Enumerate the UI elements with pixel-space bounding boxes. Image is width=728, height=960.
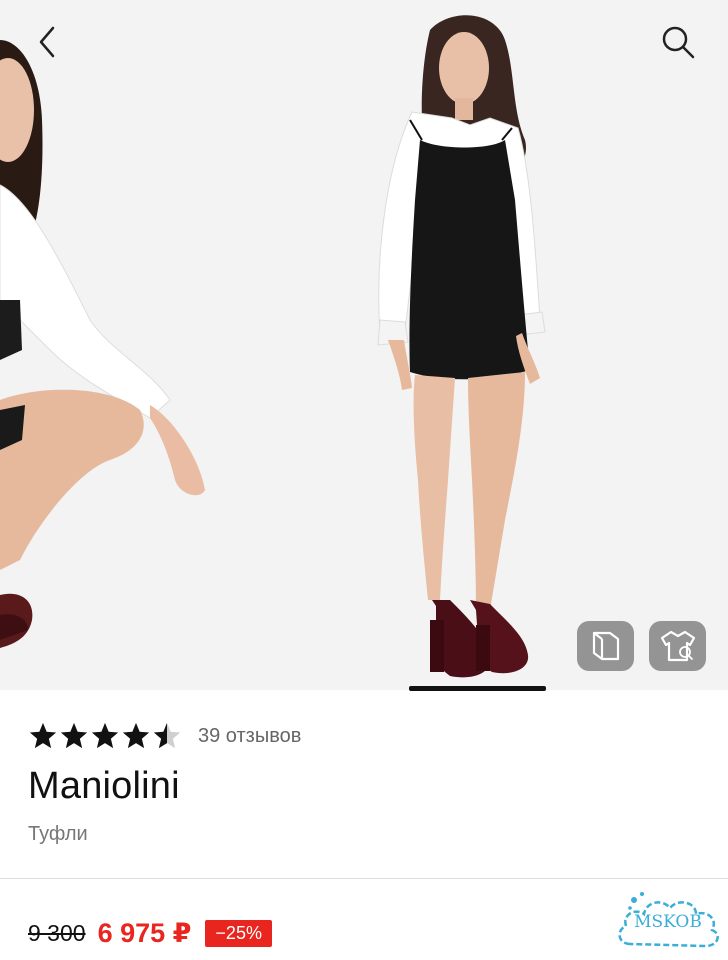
divider <box>0 878 728 879</box>
rating-stars <box>28 721 182 751</box>
reviews-count-link[interactable]: 39 отзывов <box>198 725 301 748</box>
rating-row[interactable]: 39 отзывов <box>28 718 301 754</box>
product-image-gallery[interactable] <box>0 0 728 690</box>
try-on-button[interactable] <box>649 621 706 671</box>
brand-name[interactable]: Maniolini <box>28 765 180 808</box>
size-chart-icon <box>592 631 619 661</box>
watermark-text: MSKOB <box>634 912 702 932</box>
star-full-icon <box>60 722 88 749</box>
size-chart-button[interactable] <box>577 621 634 671</box>
star-half-icon <box>153 722 181 749</box>
try-on-shirt-icon <box>660 630 695 662</box>
back-button[interactable] <box>24 18 72 66</box>
star-full-icon <box>29 722 57 749</box>
product-photo <box>0 0 728 690</box>
discount-badge: −25% <box>205 919 272 947</box>
current-price: 6 975 ₽ <box>97 917 192 948</box>
search-icon <box>662 26 695 59</box>
gallery-active-slide-indicator <box>409 686 546 691</box>
chevron-left-icon <box>39 26 55 58</box>
old-price: 9 300 <box>28 919 86 946</box>
watermark-logo: MSKOB <box>612 886 724 958</box>
product-category: Туфли <box>28 823 88 845</box>
star-full-icon <box>122 722 150 749</box>
search-button[interactable] <box>654 18 702 66</box>
price-row: 9 300 6 975 ₽ −25% <box>28 915 272 951</box>
star-full-icon <box>91 722 119 749</box>
